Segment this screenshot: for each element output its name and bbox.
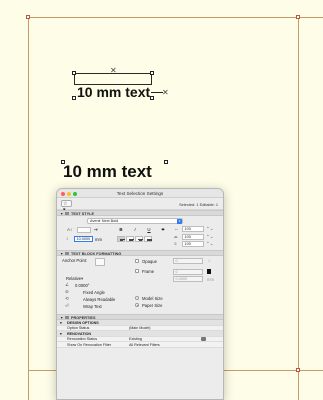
text-style-body: Avenir Next Bold ▾ A↕ ▪▾ B I U T ↔ 100 ⌃… — [57, 216, 223, 250]
collapse-triangle-icon: ▼ — [60, 315, 64, 320]
leader-line — [151, 92, 163, 93]
corner-marker — [26, 15, 30, 19]
selection-count: Selected: 1 Editable: 1 — [179, 202, 218, 207]
model-size-radio[interactable] — [135, 296, 139, 300]
text-height-field[interactable]: 10.0000 — [74, 236, 93, 242]
line-spacing-field[interactable]: 100 — [182, 241, 204, 247]
panel-title: Text Selection Settings — [116, 191, 164, 196]
font-size-field[interactable] — [77, 227, 91, 233]
width-factor-field[interactable]: 100 — [182, 226, 204, 232]
expand-triangle-icon: ▾ — [60, 331, 62, 336]
selection-handle[interactable] — [150, 96, 154, 100]
frame-pen-field[interactable]: 0 — [173, 268, 203, 275]
anchor-cross-icon: ✕ — [110, 66, 117, 75]
property-value: Existing — [129, 337, 142, 342]
frame-line-right — [298, 17, 299, 400]
property-group-name: RENOVATION — [67, 331, 92, 336]
property-row[interactable]: Show On Renovation Filter All Relevant F… — [57, 342, 223, 348]
property-name: Option Status — [67, 326, 90, 331]
selection-handle[interactable] — [150, 71, 154, 75]
frame-label: Frame — [142, 269, 155, 274]
frame-line-left — [28, 17, 29, 400]
selection-handle[interactable] — [72, 71, 76, 75]
anchor-cross-icon: ✕ — [162, 88, 169, 97]
align-left-button[interactable] — [117, 236, 125, 242]
properties-icon — [65, 316, 69, 319]
opaque-checkbox[interactable] — [135, 258, 139, 263]
anchor-grid[interactable] — [95, 258, 105, 266]
favorites-button[interactable]: ☆ ▾ — [61, 200, 72, 213]
width-factor-icon: ↔ — [174, 226, 179, 231]
canvas-text-object[interactable]: 10 mm text — [77, 84, 150, 100]
text-block-body: Anchor Point: Relative ▾ ∠ 0.0000° ⊘ Fix… — [57, 256, 223, 314]
text-style-icon — [65, 212, 69, 215]
property-value: All Relevant Filters — [129, 342, 160, 347]
canvas-text-object-selected[interactable]: 10 mm text — [63, 162, 152, 182]
align-right-button[interactable] — [135, 236, 143, 242]
frame-offset-field[interactable]: 0.0000 — [173, 276, 203, 282]
text-block-icon — [65, 252, 69, 255]
panel-titlebar[interactable]: Text Selection Settings — [57, 189, 223, 198]
properties-table: ▾ DESIGN OPTIONS Option Status (Main Mod… — [57, 320, 223, 348]
font-dropdown[interactable]: Avenir Next Bold ▾ — [87, 218, 183, 224]
fixed-angle-label[interactable]: Fixed Angle — [83, 290, 105, 295]
font-name: Avenir Next Bold — [90, 219, 119, 223]
text-size-icon: A↕ — [67, 227, 73, 232]
wrap-text-label[interactable]: Wrap Text — [83, 304, 102, 309]
stepper-icon: ⌃⌄ — [206, 233, 214, 239]
corner-marker — [296, 15, 300, 19]
angle-icon: ∠ — [65, 282, 70, 287]
italic-button[interactable]: I — [131, 227, 139, 233]
model-size-label: Model Size — [142, 296, 163, 301]
angle-value[interactable]: 0.0000° — [75, 283, 89, 288]
collapse-triangle-icon: ▼ — [60, 251, 64, 256]
selection-handle[interactable] — [164, 160, 168, 164]
property-group-name: DESIGN OPTIONS — [67, 320, 99, 325]
frame-line-top — [28, 17, 323, 18]
frame-checkbox[interactable] — [135, 269, 139, 273]
opaque-pen-field[interactable]: 0 — [173, 258, 203, 264]
align-justify-button[interactable] — [144, 236, 152, 242]
paper-size-radio[interactable] — [135, 303, 139, 307]
text-selection-settings-panel: Text Selection Settings ☆ ▾ Selected: 1 … — [56, 188, 224, 400]
bold-button[interactable]: B — [117, 227, 125, 233]
chevron-down-icon: ▾ — [177, 219, 182, 224]
line-spacing-icon: ≡ — [174, 241, 177, 246]
property-value: (Main Model) — [129, 326, 151, 331]
text-height-unit: mm — [95, 237, 102, 242]
expand-triangle-icon: ▾ — [60, 320, 62, 325]
paper-size-label: Paper Size — [142, 303, 163, 308]
always-readable-label[interactable]: Always Readable — [83, 297, 115, 302]
always-readable-icon: ⟲ — [65, 296, 69, 301]
relative-label: Relative — [66, 276, 82, 281]
frame-color-swatch[interactable] — [207, 269, 211, 274]
selection-handle[interactable] — [72, 96, 76, 100]
stepper-icon: ⌃⌄ — [206, 241, 214, 246]
strikethrough-button[interactable]: T — [159, 227, 167, 233]
collapse-triangle-icon: ▼ — [60, 211, 64, 216]
underline-button[interactable]: U — [145, 227, 153, 233]
fill-icon: ◌ — [208, 258, 211, 263]
panel-top-row: ☆ ▾ Selected: 1 Editable: 1 — [57, 198, 223, 213]
fixed-angle-icon: ⊘ — [65, 289, 69, 294]
corner-marker — [296, 368, 300, 372]
stepper-icon: ⌃⌄ — [206, 226, 214, 231]
lock-icon[interactable] — [201, 337, 206, 341]
anchor-point-label: Anchor Point: — [62, 258, 88, 263]
property-name: Renovation Status — [67, 337, 98, 342]
pen-color-icon: ▪▾ — [94, 227, 98, 232]
opaque-label: Opaque — [142, 258, 157, 264]
align-center-button[interactable] — [126, 236, 134, 242]
text-height-icon: ↕ — [66, 236, 69, 241]
letter-spacing-icon: ⌓ — [174, 233, 178, 239]
letter-spacing-field[interactable]: 100 — [182, 233, 204, 240]
dropdown-arrow-icon[interactable]: ▾ — [81, 276, 83, 281]
frame-offset-unit: mm — [207, 277, 214, 282]
wrap-text-icon: ⏎ — [65, 303, 69, 308]
property-name: Show On Renovation Filter — [67, 342, 112, 347]
